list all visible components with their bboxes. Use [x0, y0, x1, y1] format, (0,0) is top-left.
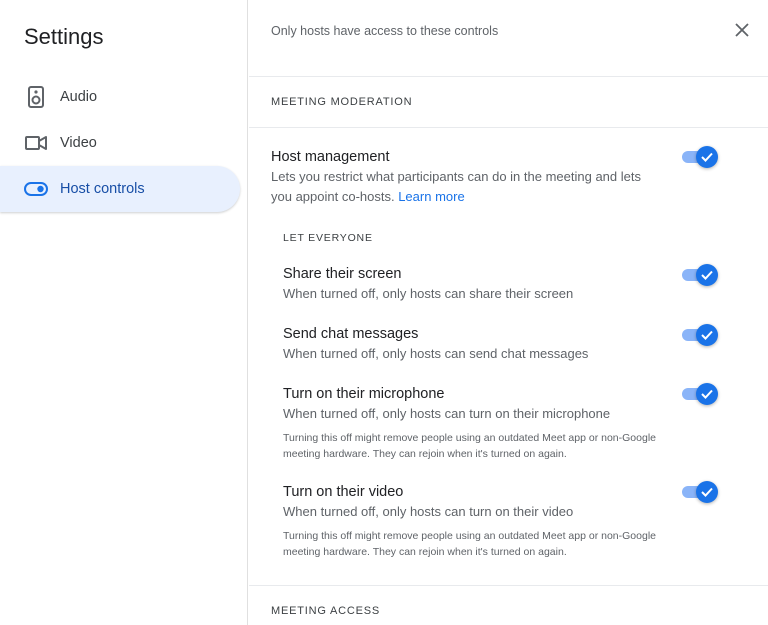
checkmark-icon [701, 330, 713, 340]
setting-send-chat: Send chat messages When turned off, only… [283, 324, 723, 364]
close-button[interactable] [730, 18, 754, 42]
checkmark-icon [701, 487, 713, 497]
toggle-icon [24, 177, 48, 201]
setting-host-management: Host management Lets you restrict what p… [271, 147, 711, 207]
checkmark-icon [701, 389, 713, 399]
sidebar-item-host-controls[interactable]: Host controls [0, 166, 240, 212]
video-camera-icon [24, 131, 48, 155]
checkmark-icon [701, 152, 713, 162]
setting-description: When turned off, only hosts can send cha… [283, 346, 589, 361]
close-icon [735, 23, 749, 37]
setting-title: Send chat messages [283, 326, 419, 342]
setting-share-screen: Share their screen When turned off, only… [283, 264, 723, 304]
section-subtitle-let-everyone: LET EVERYONE [283, 232, 373, 244]
host-management-toggle[interactable] [682, 146, 718, 168]
divider [249, 127, 768, 128]
checkmark-icon [701, 270, 713, 280]
setting-description: When turned off, only hosts can share th… [283, 286, 574, 301]
setting-note: Turning this off might remove people usi… [283, 530, 656, 558]
microphone-toggle[interactable] [682, 383, 718, 405]
divider [249, 585, 768, 586]
sidebar-item-label: Host controls [60, 181, 145, 197]
sidebar-item-label: Audio [60, 89, 98, 105]
header-note: Only hosts have access to these controls [271, 24, 499, 38]
setting-note: Turning this off might remove people usi… [283, 432, 656, 460]
share-screen-toggle[interactable] [682, 264, 718, 286]
settings-dialog: Settings Audio Video Host controls Only … [0, 0, 768, 625]
sidebar-item-video[interactable]: Video [0, 120, 240, 166]
setting-description: When turned off, only hosts can turn on … [283, 504, 574, 519]
sidebar-item-audio[interactable]: Audio [0, 74, 240, 120]
settings-sidebar: Settings Audio Video Host controls [0, 0, 248, 625]
sidebar-item-label: Video [60, 135, 97, 151]
section-title-access: MEETING ACCESS [271, 605, 380, 617]
setting-title: Turn on their video [283, 484, 404, 500]
settings-title: Settings [24, 24, 104, 49]
speaker-icon [24, 85, 48, 109]
send-chat-toggle[interactable] [682, 324, 718, 346]
divider [249, 76, 768, 77]
host-controls-panel: Only hosts have access to these controls… [249, 0, 768, 625]
learn-more-link[interactable]: Learn more [398, 189, 464, 204]
setting-title: Host management [271, 149, 390, 165]
setting-video: Turn on their video When turned off, onl… [283, 482, 663, 560]
video-toggle[interactable] [682, 481, 718, 503]
setting-microphone: Turn on their microphone When turned off… [283, 384, 663, 462]
setting-description: When turned off, only hosts can turn on … [283, 406, 611, 421]
setting-title: Share their screen [283, 266, 402, 282]
setting-title: Turn on their microphone [283, 386, 445, 402]
section-title-moderation: MEETING MODERATION [271, 96, 413, 108]
